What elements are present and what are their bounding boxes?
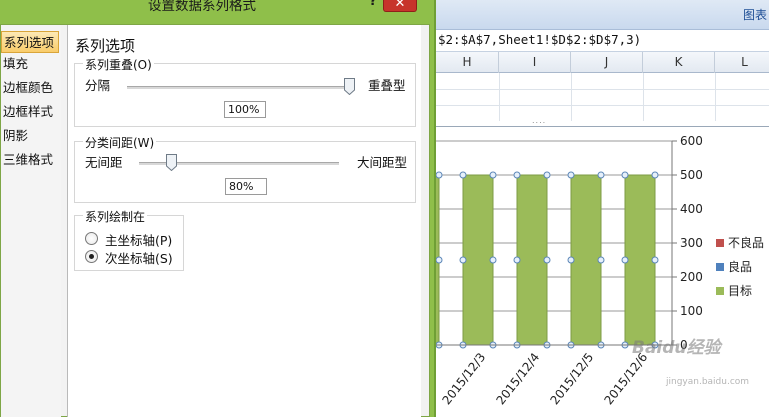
selection-handle xyxy=(567,171,575,179)
series-overlap-label: 系列重叠(O) xyxy=(83,56,154,73)
plot-series-on-group: 系列绘制在 主坐标轴(P) 次坐标轴(S) xyxy=(74,208,184,271)
selection-handle xyxy=(513,171,521,179)
column-header-l[interactable]: L xyxy=(715,52,769,73)
dialog-title: 设置数据系列格式 xyxy=(148,0,256,14)
legend-swatch-target xyxy=(716,287,724,295)
gap-max-label: 大间距型 xyxy=(357,155,408,170)
dialog-body: 系列选项 填充 边框颜色 边框样式 阴影 三维格式 系列选项 系列重叠(O) 分… xyxy=(0,24,430,417)
cell-grid[interactable] xyxy=(436,73,769,121)
series-overlap-group: 系列重叠(O) 分隔 重叠型 100% xyxy=(74,56,416,127)
series-options-panel: 系列选项 系列重叠(O) 分隔 重叠型 100% 分类间距(W) 无间距 大间距… xyxy=(68,25,421,417)
selection-handle xyxy=(651,256,659,264)
secondary-axis-label[interactable]: 次坐标轴(S) xyxy=(105,248,173,267)
secondary-axis-radio[interactable] xyxy=(85,250,98,263)
excel-window-title: 图表 xyxy=(742,8,767,22)
x-category-label: 2015/12/3 xyxy=(439,350,488,407)
nav-item-3d-format[interactable]: 三维格式 xyxy=(1,149,59,171)
column-headers: H I J K L xyxy=(436,52,769,73)
format-data-series-dialog: 设置数据系列格式 ? ✕ 系列选项 填充 边框颜色 边框样式 阴影 三维格式 系… xyxy=(0,0,436,417)
gap-slider-thumb[interactable] xyxy=(166,154,177,171)
close-icon: ✕ xyxy=(394,0,406,11)
primary-axis-radio[interactable] xyxy=(85,232,98,245)
y-tick-label: 300 xyxy=(680,236,703,250)
overlap-slider-thumb[interactable] xyxy=(344,78,355,95)
selection-handle xyxy=(597,171,605,179)
overlap-min-label: 分隔 xyxy=(85,78,111,93)
legend-swatch-good xyxy=(716,263,724,271)
bar-target xyxy=(462,174,494,346)
selection-handle xyxy=(621,256,629,264)
selection-handle xyxy=(567,256,575,264)
legend-label-defective: 不良品 xyxy=(728,236,765,250)
baidu-watermark-logo: Baidu经验 xyxy=(632,338,721,358)
nav-item-series-options[interactable]: 系列选项 xyxy=(1,31,59,53)
selection-handle xyxy=(543,171,551,179)
bar-target xyxy=(624,174,656,346)
y-tick-label: 200 xyxy=(680,270,703,284)
legend-swatch-defective xyxy=(716,239,724,247)
selection-handle xyxy=(459,171,467,179)
x-category-label: 2015/12/4 xyxy=(493,350,542,407)
selection-handle xyxy=(436,256,443,264)
nav-item-border-color[interactable]: 边框颜色 xyxy=(1,77,59,99)
selection-handle xyxy=(513,256,521,264)
y-tick-label: 500 xyxy=(680,168,703,182)
selection-handle xyxy=(436,171,443,179)
selection-handle xyxy=(621,171,629,179)
formula-bar[interactable]: $2:$A$7,Sheet1!$D$2:$D$7,3) xyxy=(436,30,769,52)
radio-selected-dot xyxy=(89,254,94,259)
x-category-label: 2015/12/5 xyxy=(547,350,596,407)
bar-target xyxy=(570,174,602,346)
legend-label-target: 目标 xyxy=(728,284,753,298)
bar-target xyxy=(516,174,548,346)
nav-item-fill[interactable]: 填充 xyxy=(1,53,59,75)
excel-window: 图表 $2:$A$7,Sheet1!$D$2:$D$7,3) H I J K L… xyxy=(436,0,769,417)
legend-label-good: 良品 xyxy=(728,260,753,274)
nav-item-shadow[interactable]: 阴影 xyxy=(1,125,59,147)
column-header-h[interactable]: H xyxy=(436,52,499,73)
close-button[interactable]: ✕ xyxy=(383,0,417,12)
chart-resize-handle[interactable]: .... xyxy=(532,117,548,125)
overlap-value-input[interactable]: 100% xyxy=(224,101,266,118)
y-tick-label: 100 xyxy=(680,304,703,318)
selection-handle xyxy=(489,171,497,179)
y-tick-label: 600 xyxy=(680,134,703,148)
selection-handle xyxy=(597,256,605,264)
plot-series-on-label: 系列绘制在 xyxy=(83,208,148,225)
selection-handle xyxy=(459,256,467,264)
section-title: 系列选项 xyxy=(75,37,136,55)
gap-width-group: 分类间距(W) 无间距 大间距型 80% xyxy=(74,134,416,203)
primary-axis-label[interactable]: 主坐标轴(P) xyxy=(105,230,172,249)
help-button[interactable]: ? xyxy=(365,0,381,10)
overlap-slider-track[interactable] xyxy=(127,86,349,89)
column-header-i[interactable]: I xyxy=(499,52,571,73)
gap-min-label: 无间距 xyxy=(85,155,123,170)
nav-item-border-style[interactable]: 边框样式 xyxy=(1,101,59,123)
selection-handle xyxy=(543,256,551,264)
y-tick-label: 400 xyxy=(680,202,703,216)
column-header-j[interactable]: J xyxy=(571,52,643,73)
gap-width-label: 分类间距(W) xyxy=(83,134,157,151)
dialog-nav: 系列选项 填充 边框颜色 边框样式 阴影 三维格式 xyxy=(1,25,61,417)
overlap-max-label: 重叠型 xyxy=(368,78,406,93)
dialog-titlebar[interactable]: 设置数据系列格式 ? ✕ xyxy=(0,0,436,20)
selection-handle xyxy=(651,171,659,179)
excel-titlebar: 图表 xyxy=(436,0,769,30)
gap-value-input[interactable]: 80% xyxy=(225,178,267,195)
chart-area[interactable]: 0 100 200 300 400 500 600 2015/12/3 2015/12/4 20… xyxy=(436,126,769,417)
column-header-k[interactable]: K xyxy=(643,52,715,73)
baidu-watermark-url: jingyan.baidu.com xyxy=(666,377,750,387)
formula-text[interactable]: $2:$A$7,Sheet1!$D$2:$D$7,3) xyxy=(438,32,641,47)
selection-handle xyxy=(489,256,497,264)
